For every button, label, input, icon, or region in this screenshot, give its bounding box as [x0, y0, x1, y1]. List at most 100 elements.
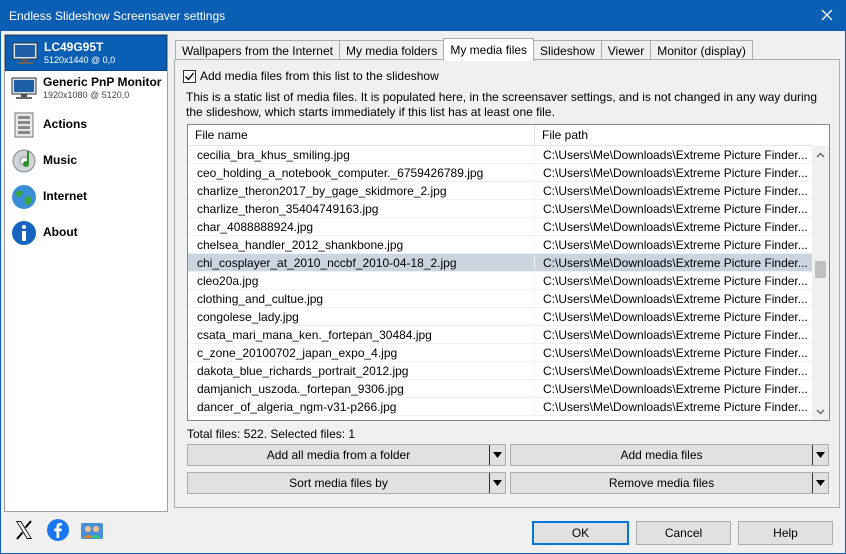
close-icon[interactable] [818, 6, 836, 24]
checkbox-label: Add media files from this list to the sl… [200, 69, 439, 83]
file-name-cell: charlize_theron2017_by_gage_skidmore_2.j… [188, 183, 535, 198]
file-name-cell: chi_cosplayer_at_2010_nccbf_2010-04-18_2… [188, 255, 535, 270]
add-to-slideshow-checkbox[interactable] [183, 69, 196, 83]
file-path-cell: C:\Users\Me\Downloads\Extreme Picture Fi… [543, 201, 808, 216]
x-icon[interactable] [12, 518, 36, 542]
facebook-icon[interactable] [46, 518, 70, 542]
table-row[interactable]: c_zone_20100702_japan_expo_4.jpg C:\Users… [188, 344, 812, 362]
ok-button[interactable]: OK [532, 521, 629, 545]
dropdown-arrow-icon[interactable] [812, 473, 828, 493]
table-row[interactable]: chi_cosplayer_at_2010_nccbf_2010-04-18_2… [188, 254, 812, 272]
sidebar-item-label: About [43, 225, 78, 239]
scroll-up-icon[interactable] [812, 146, 829, 163]
sidebar-item-label: Actions [43, 117, 88, 131]
file-name-cell: csata_mari_mana_ken._fortepan_30484.jpg [188, 327, 535, 342]
tab-panel-media-files: Add media files from this list to the sl… [174, 59, 840, 508]
table-row[interactable]: charlize_theron2017_by_gage_skidmore_2.j… [188, 182, 812, 200]
list-rows: cecilia_bra_khus_smiling.jpg C:\Users\Me\… [188, 146, 812, 416]
table-row[interactable]: congolese_lady.jpg C:\Users\Me\Downloads\… [188, 308, 812, 326]
media-files-list[interactable]: File name File path cecilia_bra_khus_smi… [187, 124, 830, 421]
file-path-cell: C:\Users\Me\Downloads\Extreme Picture Fi… [543, 345, 808, 360]
file-name-cell: dakota_blue_richards_portrait_2012.jpg [188, 363, 535, 378]
file-name-cell: ceo_holding_a_notebook_computer._6759426… [188, 165, 535, 180]
file-path-cell: C:\Users\Me\Downloads\Extreme Picture Fi… [543, 147, 808, 162]
add-to-slideshow-checkbox-row[interactable]: Add media files from this list to the sl… [183, 69, 439, 83]
file-name-cell: dancer_of_algeria_ngm-v31-p266.jpg [188, 399, 535, 414]
sidebar-item-label: Internet [43, 189, 88, 203]
tab-monitor[interactable]: Monitor (display) [650, 40, 753, 61]
scroll-down-icon[interactable] [812, 403, 829, 420]
actions-icon [9, 111, 39, 139]
sidebar-item-label: Music [43, 153, 78, 167]
dropdown-arrow-icon[interactable] [489, 473, 505, 493]
add-folder-button-label: Add all media from a folder [266, 448, 411, 462]
table-row[interactable]: chelsea_handler_2012_shankbone.jpg C:\Use… [188, 236, 812, 254]
sidebar-item-generic-pnp-monitor[interactable]: Generic PnP Monitor 1920x1080 @ 5120,0 [5, 71, 167, 107]
list-header: File name File path [188, 125, 812, 146]
cancel-button[interactable]: Cancel [636, 521, 731, 545]
sidebar-item-sublabel: 1920x1080 @ 5120,0 [43, 90, 130, 100]
file-name-cell: char_4088888924.jpg [188, 219, 535, 234]
info-icon [9, 219, 39, 247]
dropdown-arrow-icon[interactable] [812, 445, 828, 465]
users-icon[interactable] [80, 518, 104, 542]
file-name-cell: damjanich_uszoda._fortepan_9306.jpg [188, 381, 535, 396]
remove-files-button-label: Remove media files [608, 476, 715, 490]
file-name-cell: cecilia_bra_khus_smiling.jpg [188, 147, 535, 162]
file-path-cell: C:\Users\Me\Downloads\Extreme Picture Fi… [543, 237, 808, 252]
tab-viewer[interactable]: Viewer [600, 40, 652, 61]
table-row[interactable]: charlize_theron_35404749163.jpg C:\Users\… [188, 200, 812, 218]
monitor-icon [9, 75, 39, 103]
file-name-cell: cleo20a.jpg [188, 273, 535, 288]
sidebar: LC49G95T 5120x1440 @ 0,0 Generic PnP Mon… [4, 34, 168, 512]
dropdown-arrow-icon[interactable] [489, 445, 505, 465]
file-path-cell: C:\Users\Me\Downloads\Extreme Picture Fi… [543, 255, 808, 270]
add-files-button-label: Add media files [620, 448, 703, 462]
file-name-cell: chelsea_handler_2012_shankbone.jpg [188, 237, 535, 252]
file-path-cell: C:\Users\Me\Downloads\Extreme Picture Fi… [543, 273, 808, 288]
sidebar-item-sublabel: 5120x1440 @ 0,0 [44, 55, 116, 65]
column-header-file-path[interactable]: File path [535, 125, 812, 145]
add-folder-button[interactable]: Add all media from a folder [187, 444, 506, 466]
sidebar-item-internet[interactable]: Internet [5, 179, 167, 215]
globe-icon [9, 183, 39, 211]
table-row[interactable]: char_4088888924.jpg C:\Users\Me\Downloads… [188, 218, 812, 236]
remove-files-button[interactable]: Remove media files [510, 472, 829, 494]
sidebar-item-label: Generic PnP Monitor [43, 75, 162, 89]
sort-files-button-label: Sort media files by [289, 476, 388, 490]
file-name-cell: congolese_lady.jpg [188, 309, 535, 324]
sort-files-button[interactable]: Sort media files by [187, 472, 506, 494]
file-path-cell: C:\Users\Me\Downloads\Extreme Picture Fi… [543, 165, 808, 180]
monitor-icon [10, 40, 40, 68]
table-row[interactable]: damjanich_uszoda._fortepan_9306.jpg C:\Us… [188, 380, 812, 398]
column-header-file-name[interactable]: File name [188, 125, 535, 145]
table-row[interactable]: ceo_holding_a_notebook_computer._6759426… [188, 164, 812, 182]
table-row[interactable]: csata_mari_mana_ken._fortepan_30484.jpg C… [188, 326, 812, 344]
add-files-button[interactable]: Add media files [510, 444, 829, 466]
file-name-cell: clothing_and_cultue.jpg [188, 291, 535, 306]
sidebar-item-lc49g95t[interactable]: LC49G95T 5120x1440 @ 0,0 [5, 35, 167, 71]
tab-media-folders[interactable]: My media folders [338, 40, 445, 61]
table-row[interactable]: dancer_of_algeria_ngm-v31-p266.jpg C:\Use… [188, 398, 812, 416]
file-path-cell: C:\Users\Me\Downloads\Extreme Picture Fi… [543, 183, 808, 198]
scrollbar-thumb[interactable] [815, 261, 826, 278]
table-row[interactable]: clothing_and_cultue.jpg C:\Users\Me\Downl… [188, 290, 812, 308]
tab-wallpapers[interactable]: Wallpapers from the Internet [175, 40, 340, 61]
file-path-cell: C:\Users\Me\Downloads\Extreme Picture Fi… [543, 381, 808, 396]
tab-bar: Wallpapers from the Internet My media fo… [175, 38, 753, 61]
sidebar-item-label: LC49G95T [44, 40, 104, 54]
table-row[interactable]: cecilia_bra_khus_smiling.jpg C:\Users\Me\… [188, 146, 812, 164]
vertical-scrollbar[interactable] [812, 146, 829, 420]
file-name-cell: c_zone_20100702_japan_expo_4.jpg [188, 345, 535, 360]
sidebar-item-actions[interactable]: Actions [5, 107, 167, 143]
window-title: Endless Slideshow Screensaver settings [9, 8, 226, 23]
table-row[interactable]: cleo20a.jpg C:\Users\Me\Downloads\Extreme… [188, 272, 812, 290]
tab-slideshow[interactable]: Slideshow [533, 40, 602, 61]
sidebar-item-music[interactable]: Music [5, 143, 167, 179]
help-button[interactable]: Help [738, 521, 833, 545]
table-row[interactable]: dakota_blue_richards_portrait_2012.jpg C:… [188, 362, 812, 380]
file-path-cell: C:\Users\Me\Downloads\Extreme Picture Fi… [543, 327, 808, 342]
tab-media-files[interactable]: My media files [443, 38, 535, 61]
sidebar-item-about[interactable]: About [5, 215, 167, 251]
file-path-cell: C:\Users\Me\Downloads\Extreme Picture Fi… [543, 219, 808, 234]
